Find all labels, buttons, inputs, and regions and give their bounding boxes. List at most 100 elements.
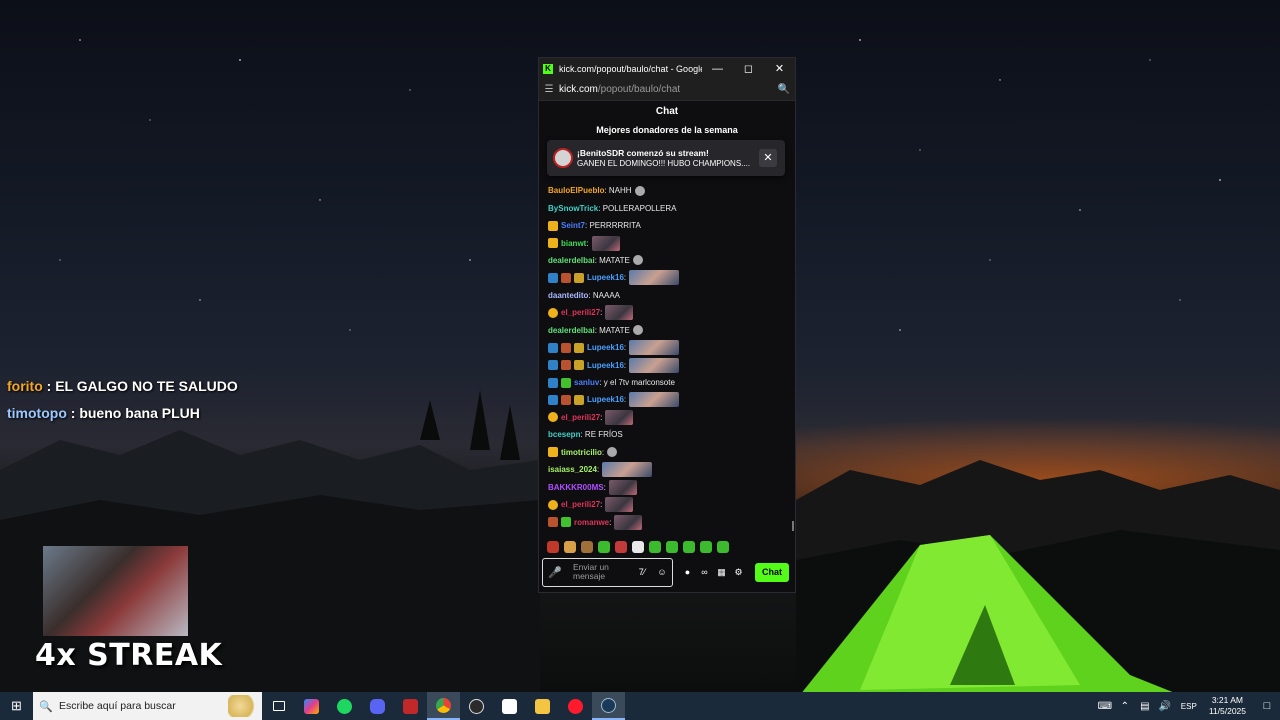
chat-username[interactable]: el_perili27 [561, 500, 600, 509]
user-badge-icon[interactable] [548, 447, 558, 458]
send-chat-button[interactable]: Chat [755, 562, 789, 582]
chat-input-placeholder[interactable]: Enviar un mensaje [563, 563, 632, 581]
discord-icon[interactable] [361, 692, 394, 720]
file-explorer-icon[interactable] [526, 692, 559, 720]
language-indicator[interactable]: ESP [1175, 702, 1203, 711]
user-badge-icon[interactable] [574, 360, 584, 371]
chat-emote[interactable] [607, 447, 618, 458]
url-text[interactable]: kick.com/popout/baulo/chat [559, 84, 773, 95]
microphone-icon[interactable]: 🎤 [547, 566, 563, 579]
seventv-icon[interactable]: 7⁄ [632, 567, 652, 577]
chrome-icon[interactable] [427, 692, 460, 720]
chat-emote[interactable] [591, 235, 620, 251]
chat-username[interactable]: isaiass_2024 [548, 465, 597, 474]
emote-button[interactable] [598, 541, 610, 553]
chat-message[interactable]: el_perili27: [548, 409, 795, 426]
chat-username[interactable]: Seint7 [561, 221, 585, 230]
chat-message[interactable]: sanluv: y el 7tv marlconsote [548, 374, 795, 391]
chat-username[interactable]: Lupeek16 [587, 395, 624, 404]
chat-emote[interactable] [608, 479, 637, 495]
chat-message[interactable]: isaiass_2024: [548, 461, 795, 478]
user-badge-icon[interactable] [561, 360, 571, 371]
stream-notification[interactable]: ¡BenitoSDR comenzó su stream! GANEN EL D… [547, 140, 785, 176]
chat-emote[interactable] [605, 305, 634, 321]
keyboard-icon[interactable]: ⌨ [1095, 701, 1115, 712]
chat-username[interactable]: BauloElPueblo [548, 186, 604, 195]
search-placeholder[interactable]: Escribe aquí para buscar [59, 700, 228, 712]
site-settings-icon[interactable]: ☰ [539, 84, 559, 95]
chat-username[interactable]: BAKKKR00MS [548, 483, 604, 492]
network-icon[interactable]: ▤ [1135, 701, 1155, 712]
chat-message[interactable]: Lupeek16: [548, 391, 795, 408]
chat-emote[interactable] [629, 357, 680, 373]
chevron-up-icon[interactable]: ⌃ [1115, 701, 1135, 712]
zoom-icon[interactable]: 🔍 [773, 84, 795, 95]
chat-emote[interactable] [629, 340, 680, 356]
chat-emote[interactable] [605, 497, 634, 513]
chat-message[interactable]: BauloElPueblo: NAHH [548, 182, 795, 199]
emote-button[interactable] [615, 541, 627, 553]
chat-message[interactable]: bianwt: [548, 234, 795, 251]
user-badge-icon[interactable] [561, 342, 571, 353]
close-notification-button[interactable]: ✕ [759, 149, 777, 167]
chat-message[interactable]: dealerdelbai: MATATE [548, 322, 795, 339]
app-icon[interactable] [394, 692, 427, 720]
store-icon[interactable]: ▦ [713, 567, 730, 578]
infinity-icon[interactable]: ∞ [696, 567, 713, 577]
chat-message[interactable]: Lupeek16: [548, 269, 795, 286]
chat-username[interactable]: Lupeek16 [587, 273, 624, 282]
spotify-icon[interactable] [328, 692, 361, 720]
chat-username[interactable]: Lupeek16 [587, 343, 624, 352]
users-icon[interactable]: ● [679, 567, 696, 577]
chat-scrollbar[interactable] [792, 521, 794, 531]
chat-message[interactable]: Lupeek16: [548, 339, 795, 356]
maximize-button[interactable]: ◻ [733, 62, 764, 75]
emote-button[interactable] [666, 541, 678, 553]
opera-icon[interactable] [559, 692, 592, 720]
emote-button[interactable] [581, 541, 593, 553]
obs-icon[interactable] [460, 692, 493, 720]
chat-username[interactable]: BySnowTrick [548, 204, 598, 213]
user-badge-icon[interactable] [561, 394, 571, 405]
capcut-icon[interactable] [493, 692, 526, 720]
user-badge-icon[interactable] [548, 220, 558, 231]
user-badge-icon[interactable] [548, 412, 558, 423]
chat-username[interactable]: Lupeek16 [587, 361, 624, 370]
user-badge-icon[interactable] [561, 377, 571, 388]
chat-message[interactable]: Lupeek16: [548, 356, 795, 373]
emote-button[interactable] [632, 541, 644, 553]
chat-username[interactable]: el_perili27 [561, 308, 600, 317]
chat-username[interactable]: bcesepn [548, 430, 580, 439]
chat-username[interactable]: timotricilio [561, 448, 602, 457]
chat-username[interactable]: sanluv [574, 378, 599, 387]
chat-emote[interactable] [632, 325, 643, 336]
user-badge-icon[interactable] [574, 272, 584, 283]
chat-messages-list[interactable]: BauloElPueblo: NAHH BySnowTrick: POLLERAP… [539, 182, 795, 538]
emote-button[interactable] [683, 541, 695, 553]
chat-emote[interactable] [634, 185, 645, 196]
chat-message[interactable]: daantedito: NAAAA [548, 287, 795, 304]
user-badge-icon[interactable] [548, 377, 558, 388]
user-badge-icon[interactable] [548, 517, 558, 528]
chat-emote[interactable] [614, 514, 643, 530]
chat-username[interactable]: daantedito [548, 291, 588, 300]
volume-icon[interactable]: 🔊 [1155, 701, 1175, 712]
chat-emote[interactable] [632, 255, 643, 266]
user-badge-icon[interactable] [574, 342, 584, 353]
clock[interactable]: 3:21 AM 11/5/2025 [1209, 695, 1246, 717]
chat-emote[interactable] [629, 270, 680, 286]
copilot-icon[interactable] [295, 692, 328, 720]
chat-username[interactable]: dealerdelbai [548, 326, 595, 335]
chat-message[interactable]: dealerdelbai: MATATE [548, 252, 795, 269]
user-badge-icon[interactable] [574, 394, 584, 405]
chat-message[interactable]: Seint7: PERRRRRITA [548, 217, 795, 234]
chat-emote[interactable] [605, 409, 634, 425]
chat-emote[interactable] [602, 462, 653, 478]
taskbar-search-box[interactable]: 🔍 Escribe aquí para buscar [33, 692, 262, 720]
chat-username[interactable]: romanwe [574, 518, 609, 527]
emote-button[interactable] [700, 541, 712, 553]
chat-username[interactable]: bianwt [561, 239, 586, 248]
chat-message[interactable]: el_perili27: [548, 496, 795, 513]
chat-message[interactable]: BAKKKR00MS: [548, 478, 795, 495]
chat-message[interactable]: romanwe: [548, 513, 795, 530]
